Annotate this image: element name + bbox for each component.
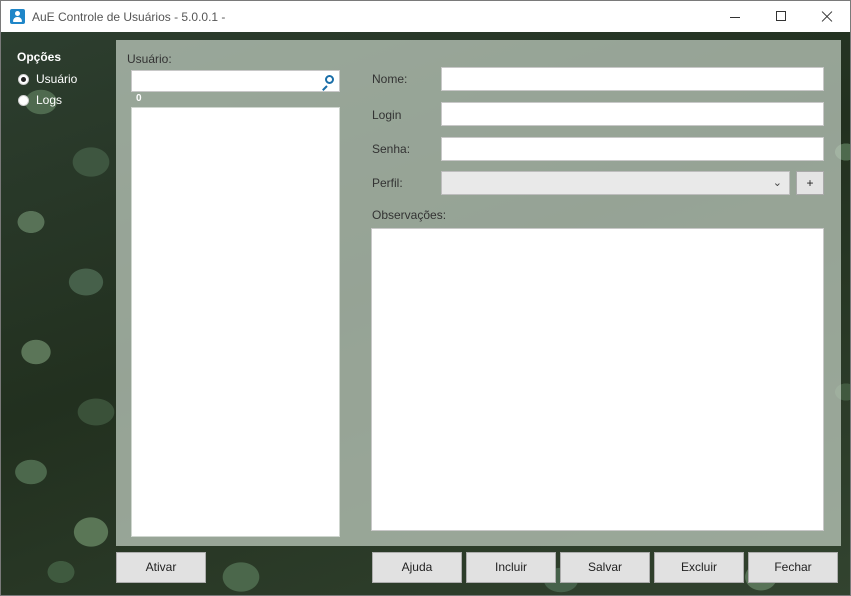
add-perfil-button[interactable]: + — [796, 171, 824, 195]
app-user-icon — [10, 9, 25, 24]
excluir-button[interactable]: Excluir — [654, 552, 744, 583]
fechar-button[interactable]: Fechar — [748, 552, 838, 583]
search-icon[interactable] — [321, 75, 335, 91]
login-label: Login — [372, 108, 402, 122]
perfil-select[interactable]: ⌄ — [441, 171, 790, 195]
user-search-input[interactable] — [131, 70, 340, 92]
user-count: 0 — [136, 93, 142, 104]
close-button[interactable] — [804, 1, 850, 32]
user-panel-label: Usuário: — [127, 52, 172, 66]
option-usuario-label: Usuário — [36, 72, 78, 86]
salvar-button[interactable]: Salvar — [560, 552, 650, 583]
chevron-down-icon: ⌄ — [772, 177, 782, 189]
option-logs[interactable]: Logs — [18, 92, 62, 108]
senha-label: Senha: — [372, 142, 411, 156]
options-title: Opções — [17, 50, 62, 64]
observacoes-textarea[interactable] — [371, 228, 824, 531]
ativar-button[interactable]: Ativar — [116, 552, 206, 583]
nome-label: Nome: — [372, 72, 408, 86]
ajuda-button[interactable]: Ajuda — [372, 552, 462, 583]
radio-usuario[interactable] — [18, 73, 29, 85]
user-list[interactable] — [131, 107, 340, 537]
incluir-button[interactable]: Incluir — [466, 552, 556, 583]
login-field[interactable] — [441, 102, 824, 126]
option-logs-label: Logs — [36, 93, 63, 107]
app-window: AuE Controle de Usuários - 5.0.0.1 - Opç… — [0, 0, 851, 596]
minimize-icon — [730, 17, 740, 18]
senha-field[interactable] — [441, 137, 824, 161]
minimize-button[interactable] — [712, 1, 758, 32]
option-usuario[interactable]: Usuário — [18, 71, 77, 87]
title-bar[interactable]: AuE Controle de Usuários - 5.0.0.1 - — [1, 1, 850, 32]
perfil-label: Perfil: — [372, 176, 403, 190]
maximize-icon — [776, 11, 786, 21]
window-title: AuE Controle de Usuários - 5.0.0.1 - — [32, 10, 226, 24]
nome-field[interactable] — [441, 67, 824, 91]
maximize-button[interactable] — [758, 1, 804, 32]
radio-logs[interactable] — [18, 94, 29, 106]
client-area: Opções Usuário Logs Usuário: 0 Nome: Log… — [1, 32, 850, 595]
observacoes-label: Observações: — [372, 208, 447, 222]
